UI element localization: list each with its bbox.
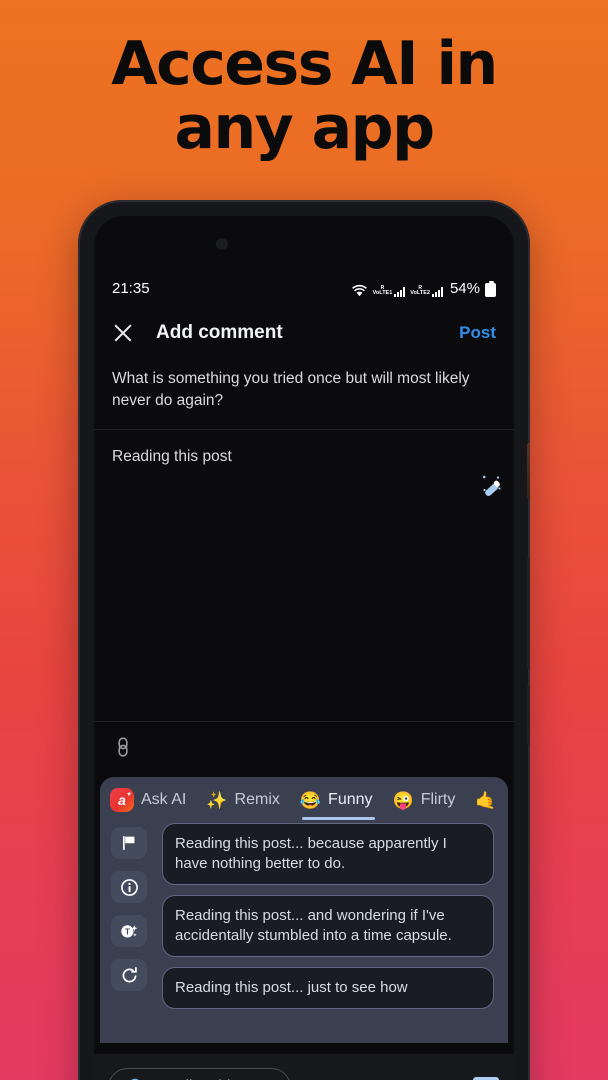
battery-percent: 54% [449,279,480,297]
bottom-bar: Reading this post [94,1054,514,1080]
laughing-emoji-icon: 😂 [299,790,322,810]
magic-wand-icon[interactable] [474,471,508,505]
suggestion-card[interactable]: Reading this post... just to see how [162,967,494,1010]
sparkles-emoji-icon: ✨ [206,790,228,810]
app-header: Add comment Post [94,308,514,358]
volume-up-button[interactable] [527,557,530,669]
suggestion-card[interactable]: Reading this post... because apparently … [162,823,494,886]
tab-ask-ai-label: Ask AI [141,791,187,808]
sim1-signal: R VoLTE1 [373,286,406,297]
ai-tab-bar: a ✦ Ask AI ✨ Remix 😂 Funny 😜 Flirty 🤙 [100,777,508,823]
screen-title: Add comment [156,322,283,343]
keyboard-icon[interactable] [472,1074,500,1080]
tone-sparkle-icon[interactable]: T [111,915,147,947]
battery-icon [485,280,496,297]
link-icon[interactable] [112,736,134,763]
tab-funny[interactable]: 😂 Funny [299,777,375,823]
close-icon[interactable] [112,322,134,344]
tab-overflow[interactable]: 🤙 [475,777,496,823]
kissing-emoji-icon: 😜 [392,790,414,810]
phone-mockup: 21:35 R VoLTE1 R VoLTE2 54% Add comment … [78,200,530,1080]
speech-balloon-icon [127,1077,143,1080]
power-button[interactable] [527,443,530,499]
svg-text:T: T [125,928,130,937]
wifi-icon [351,284,368,297]
sim2-signal: R VoLTE2 [410,286,443,297]
post-button[interactable]: Post [459,323,496,343]
sim2-volte-label: VoLTE2 [410,290,430,296]
post-prompt-text: What is something you tried once but wil… [94,368,514,431]
status-bar: 21:35 R VoLTE1 R VoLTE2 54% [94,274,514,302]
sim1-volte-label: VoLTE1 [372,290,393,296]
status-time: 21:35 [112,279,150,297]
tab-remix[interactable]: ✨ Remix [206,777,280,823]
ai-suggestion-panel: a ✦ Ask AI ✨ Remix 😂 Funny 😜 Flirty 🤙 T … [100,777,508,1043]
volume-down-button[interactable] [527,685,530,745]
ai-suggestion-list: Reading this post... because apparently … [158,823,508,1043]
comment-input[interactable]: Reading this post [112,448,232,466]
phone-screen: 21:35 R VoLTE1 R VoLTE2 54% Add comment … [94,216,514,1080]
tab-funny-label: Funny [328,791,373,808]
suggestion-card[interactable]: Reading this post... and wondering if I'… [162,895,494,958]
askai-logo-glyph: a [118,792,126,808]
refresh-icon[interactable] [111,959,147,991]
headline-line-2: any app [174,93,435,164]
ai-panel-body: T Reading this post... because apparentl… [100,823,508,1043]
askai-sparkle-icon: ✦ [125,792,131,798]
tab-ask-ai[interactable]: a ✦ Ask AI [110,777,186,823]
askai-logo-icon: a ✦ [110,788,134,812]
ai-action-rail: T [100,823,158,1043]
tab-flirty-label: Flirty [420,791,456,808]
suggestion-chip[interactable]: Reading this post [108,1067,291,1080]
headline-line-1: Access AI in [111,29,498,99]
tab-flirty[interactable]: 😜 Flirty [393,777,456,823]
hand-emoji-icon: 🤙 [475,790,497,810]
tab-remix-label: Remix [234,791,280,808]
page-title: Access AI in any app [0,32,608,160]
front-camera [216,238,228,250]
composer-toolbar [94,721,514,777]
flag-icon[interactable] [111,827,147,859]
info-icon[interactable] [111,871,147,903]
